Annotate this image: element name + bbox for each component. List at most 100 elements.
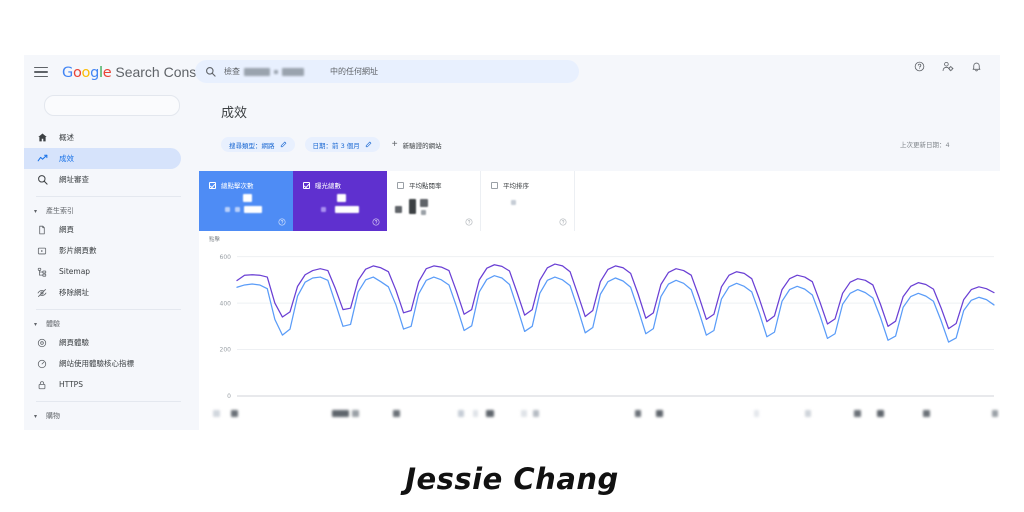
redacted-date-label: [805, 410, 811, 417]
card-label: 平均點閱率: [409, 182, 442, 190]
add-new-site-button[interactable]: + 新驗證的網站: [391, 138, 442, 150]
search-icon: [205, 66, 216, 77]
redacted-date-label: [393, 410, 400, 417]
sidebar-item-label: HTTPS: [59, 380, 83, 389]
sidebar-item-removals[interactable]: 移除網址: [24, 282, 181, 303]
card-value-redacted: [387, 194, 480, 220]
sidebar-divider: [36, 196, 181, 197]
url-inspection-search-bar[interactable]: 檢查 中的任何網址: [195, 60, 579, 83]
redacted-date-label: [473, 410, 478, 417]
sidebar-item-performance[interactable]: 成效: [24, 148, 181, 169]
search-prefix: 檢查: [224, 67, 240, 76]
video-icon: [36, 245, 48, 257]
sidebar-group-experience[interactable]: ▾ 體驗: [24, 316, 199, 332]
sidebar-item-sitemap[interactable]: Sitemap: [24, 261, 181, 282]
help-icon[interactable]: [559, 218, 567, 226]
card-header: 平均點閱率: [387, 171, 480, 190]
sidebar-item-overview[interactable]: 概述: [24, 127, 181, 148]
sidebar-item-label: 網頁體驗: [59, 338, 89, 347]
sidebar-item-label: 移除網址: [59, 288, 89, 297]
account-settings-icon[interactable]: [942, 61, 954, 72]
sidebar-item-core-web-vitals[interactable]: 網站使用體驗核心指標: [24, 353, 181, 374]
checkbox-checked-icon[interactable]: [303, 181, 310, 189]
main-content: 成效 搜尋類型：網路 日期：前 3 個月 + 新驗證的網站 上次更新日期：4 總…: [199, 89, 1000, 430]
redacted-value-block: [337, 194, 346, 202]
redacted-value-block: [335, 206, 359, 213]
filter-label: 日期：前 3 個月: [312, 141, 360, 150]
svg-text:200: 200: [220, 347, 232, 354]
top-bar: Google Search Console 檢查 中的任何網址: [24, 55, 1000, 89]
sidebar-group-label: 體驗: [46, 320, 60, 328]
search-type-filter[interactable]: 搜尋類型：網路: [221, 137, 295, 152]
sidebar-divider: [36, 309, 181, 310]
redacted-value-block: [395, 206, 402, 213]
redacted-date-label: [533, 410, 539, 417]
card-header: 曝光總數: [293, 171, 387, 190]
card-label: 平均排序: [503, 182, 529, 190]
help-icon[interactable]: [372, 218, 380, 226]
brand-logo: Google Search Console: [62, 64, 215, 81]
sidebar-item-page-experience[interactable]: 網頁體驗: [24, 332, 181, 353]
redacted-date-label: [352, 410, 359, 417]
card-value-redacted: [293, 194, 387, 220]
sidebar-group-indexing[interactable]: ▾ 產生索引: [24, 203, 199, 219]
sidebar-item-url-inspection[interactable]: 網址審查: [24, 169, 181, 190]
chevron-down-icon: ▾: [34, 321, 38, 328]
sidebar-item-pages[interactable]: 網頁: [24, 219, 181, 240]
top-bar-icons: [914, 61, 982, 72]
author-name: Jessie Chang: [405, 462, 619, 496]
sidebar-item-label: 網站使用體驗核心指標: [59, 359, 134, 368]
redacted-domain: [244, 67, 270, 76]
redacted-domain-dot: [274, 69, 278, 74]
help-icon[interactable]: [465, 218, 473, 226]
help-icon[interactable]: [914, 61, 925, 72]
checkbox-checked-icon[interactable]: [209, 181, 216, 189]
screenshot-root: Google Search Console 檢查 中的任何網址 概述 成效 網址…: [0, 0, 1024, 512]
redacted-value-block: [511, 200, 516, 205]
lock-icon: [36, 379, 48, 391]
chart-svg: 0 200 400 600: [220, 254, 995, 400]
average-ctr-card[interactable]: 平均點閱率: [387, 171, 481, 231]
sidebar-group-shopping[interactable]: ▾ 購物: [24, 408, 199, 424]
redacted-date-label: [231, 410, 238, 417]
sidebar-item-https[interactable]: HTTPS: [24, 374, 181, 395]
redacted-value-block: [243, 194, 252, 202]
average-position-card[interactable]: 平均排序: [481, 171, 575, 231]
card-label: 曝光總數: [315, 182, 341, 190]
card-header: 總點擊次數: [199, 171, 293, 190]
chevron-down-icon: ▾: [34, 208, 38, 215]
search-bar-text: 檢查 中的任何網址: [224, 66, 378, 77]
help-icon[interactable]: [278, 218, 286, 226]
checkbox-unchecked-icon[interactable]: [491, 181, 498, 189]
redacted-domain-tld: [282, 67, 304, 76]
redacted-date-label: [332, 410, 349, 417]
redacted-date-label: [486, 410, 494, 417]
svg-text:600: 600: [220, 254, 232, 261]
page-title: 成效: [221, 106, 248, 121]
edit-pencil-icon[interactable]: [280, 141, 287, 148]
filter-bar: 搜尋類型：網路 日期：前 3 個月 + 新驗證的網站: [221, 137, 442, 152]
metric-card-strip: 總點擊次數 曝光總數 平均點閱率 平均排序: [199, 171, 1000, 231]
redacted-value-block: [244, 206, 262, 213]
sidebar-item-label: 概述: [59, 133, 74, 142]
hamburger-menu-icon[interactable]: [34, 66, 48, 78]
redacted-date-label: [923, 410, 930, 417]
sidebar-item-video-pages[interactable]: 影片網頁數: [24, 240, 181, 261]
checkbox-unchecked-icon[interactable]: [397, 181, 404, 189]
chart-line-總點擊次數: [236, 275, 995, 343]
home-icon: [36, 132, 48, 144]
sidebar-item-label: Sitemap: [59, 267, 91, 276]
total-clicks-card[interactable]: 總點擊次數: [199, 171, 293, 231]
last-update-text: 上次更新日期：4: [900, 141, 950, 149]
sidebar-property-selector[interactable]: [43, 95, 180, 116]
sidebar-group-label: 產生索引: [46, 207, 74, 215]
edit-pencil-icon[interactable]: [365, 141, 372, 148]
notifications-icon[interactable]: [971, 61, 982, 72]
redacted-date-label: [521, 410, 527, 417]
redacted-date-label: [854, 410, 861, 417]
chart-x-axis-labels-redacted: [199, 410, 1000, 420]
svg-text:400: 400: [220, 300, 232, 307]
date-filter[interactable]: 日期：前 3 個月: [304, 137, 380, 152]
plus-icon: +: [391, 138, 398, 150]
total-impressions-card[interactable]: 曝光總數: [293, 171, 387, 231]
